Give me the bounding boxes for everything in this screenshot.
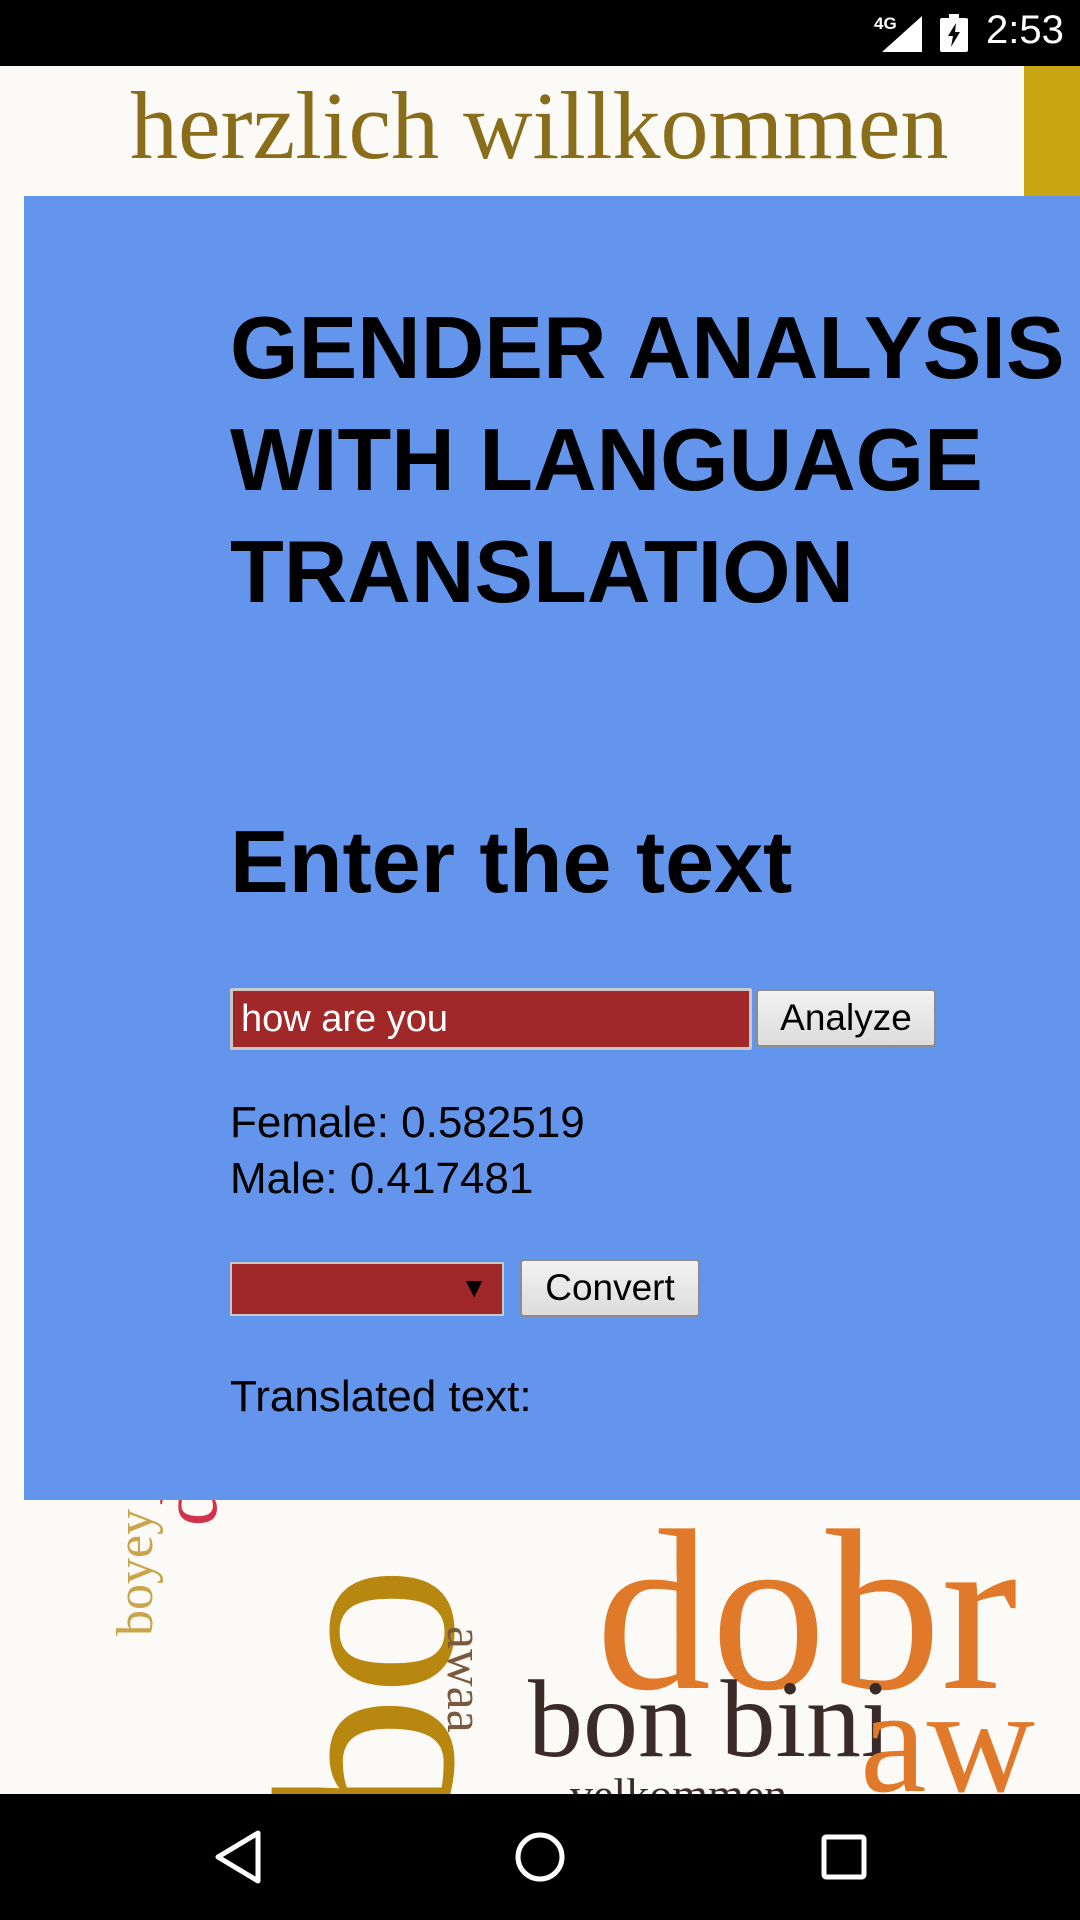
navigation-bar [0, 1794, 1080, 1920]
bg-word: awaa [436, 1626, 493, 1733]
bg-word: aw [860, 1658, 1035, 1794]
recent-apps-icon[interactable] [816, 1829, 872, 1885]
bg-word: boyey [107, 1508, 164, 1636]
bg-word: bon bini [528, 1658, 892, 1780]
battery-icon [940, 14, 968, 52]
status-bar: 4G 2:53 [0, 0, 1080, 66]
convert-button[interactable]: Convert [520, 1259, 700, 1317]
text-input[interactable] [230, 988, 752, 1050]
dropdown-arrow-icon: ▼ [460, 1272, 488, 1303]
analyze-button[interactable]: Analyze [756, 989, 936, 1047]
signal-icon [882, 16, 922, 52]
home-icon[interactable] [512, 1829, 568, 1885]
bg-word: velkommen [570, 1772, 787, 1795]
bg-word: herzlich willkommen [130, 72, 949, 179]
bg-decoration [1024, 66, 1080, 196]
input-prompt: Enter the text [230, 812, 793, 911]
male-score: Male: 0.417481 [230, 1154, 534, 1203]
female-score: Female: 0.582519 [230, 1098, 585, 1147]
page-title: GENDER ANALYSIS WITH LANGUAGE TRANSLATIO… [230, 298, 1065, 621]
translated-text-label: Translated text: [230, 1372, 532, 1421]
back-icon[interactable] [210, 1829, 266, 1885]
language-select[interactable]: ▼ [230, 1262, 504, 1316]
clock: 2:53 [986, 8, 1064, 52]
